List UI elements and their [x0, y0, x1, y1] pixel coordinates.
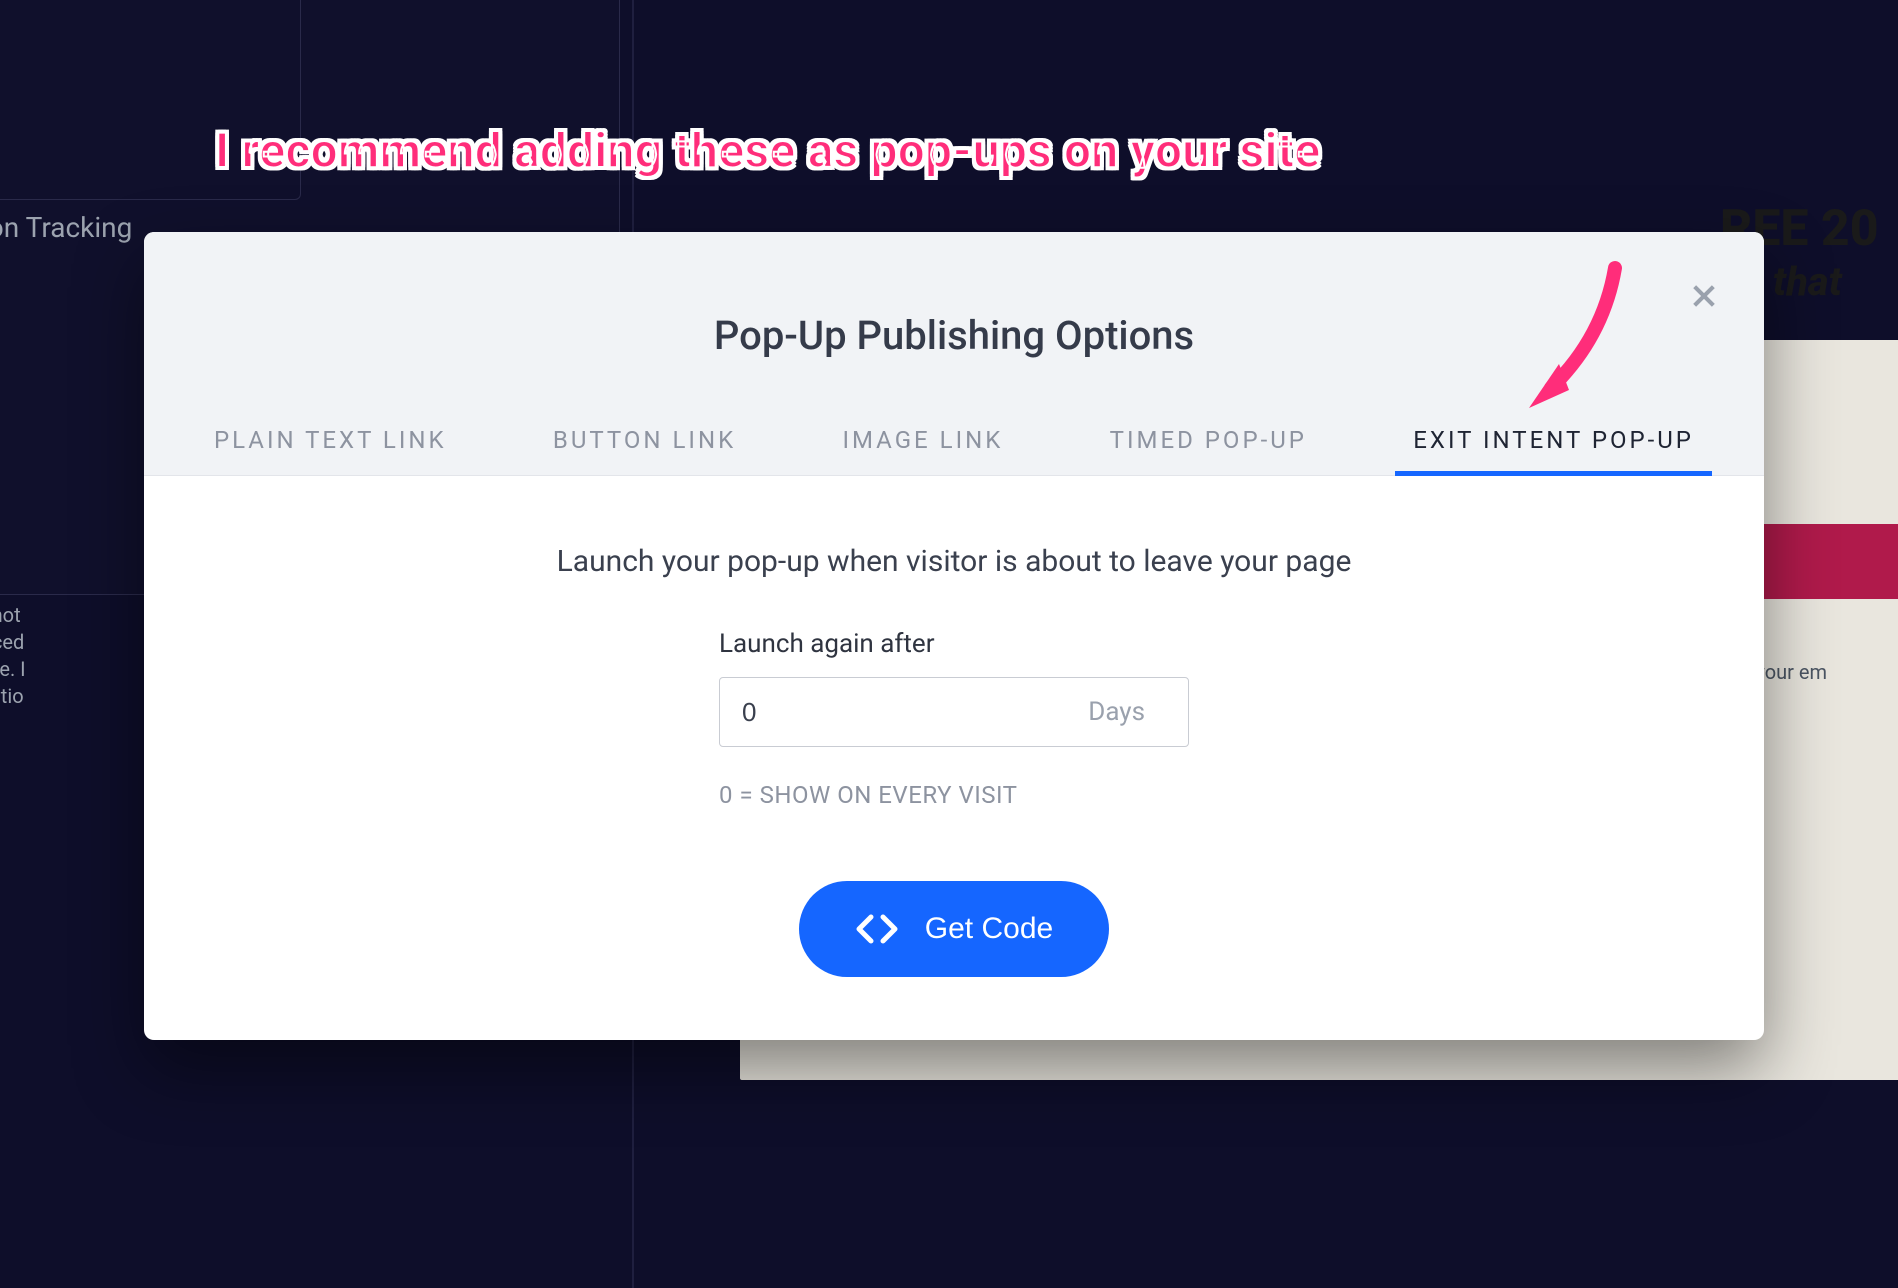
tab-label: PLAIN TEXT LINK [214, 426, 447, 454]
field-input-row: Days [719, 677, 1189, 747]
tab-label: EXIT INTENT POP-UP [1413, 426, 1694, 454]
close-icon [1690, 282, 1718, 310]
field-label: Launch again after [719, 629, 1189, 659]
code-icon [855, 913, 899, 945]
close-button[interactable] [1684, 276, 1724, 316]
lead-text: Launch your pop-up when visitor is about… [557, 544, 1352, 579]
publishing-options-modal: Pop-Up Publishing Options PLAIN TEXT LIN… [144, 232, 1764, 1040]
modal-header: Pop-Up Publishing Options PLAIN TEXT LIN… [144, 232, 1764, 476]
modal-title: Pop-Up Publishing Options [144, 232, 1764, 359]
tab-button-link[interactable]: BUTTON LINK [543, 404, 746, 475]
tab-exit-intent-popup[interactable]: EXIT INTENT POP-UP [1403, 404, 1704, 475]
launch-again-field: Launch again after Days 0 = SHOW ON EVER… [719, 629, 1189, 809]
tab-image-link[interactable]: IMAGE LINK [832, 404, 1013, 475]
tab-plain-text-link[interactable]: PLAIN TEXT LINK [204, 404, 457, 475]
tab-label: BUTTON LINK [553, 426, 736, 454]
get-code-button[interactable]: Get Code [799, 881, 1109, 977]
tab-label: TIMED POP-UP [1110, 426, 1307, 454]
background-heading-2: ion Tracking [0, 211, 132, 244]
modal-body: Launch your pop-up when visitor is about… [144, 476, 1764, 1017]
tab-label: IMAGE LINK [842, 426, 1003, 454]
annotation-text: I recommend adding these as pop-ups on y… [215, 122, 1321, 179]
launch-again-input[interactable] [719, 677, 1189, 747]
get-code-label: Get Code [925, 912, 1053, 946]
field-help-text: 0 = SHOW ON EVERY VISIT [719, 781, 1189, 809]
modal-tabs: PLAIN TEXT LINK BUTTON LINK IMAGE LINK T… [144, 404, 1764, 476]
tab-timed-popup[interactable]: TIMED POP-UP [1100, 404, 1317, 475]
